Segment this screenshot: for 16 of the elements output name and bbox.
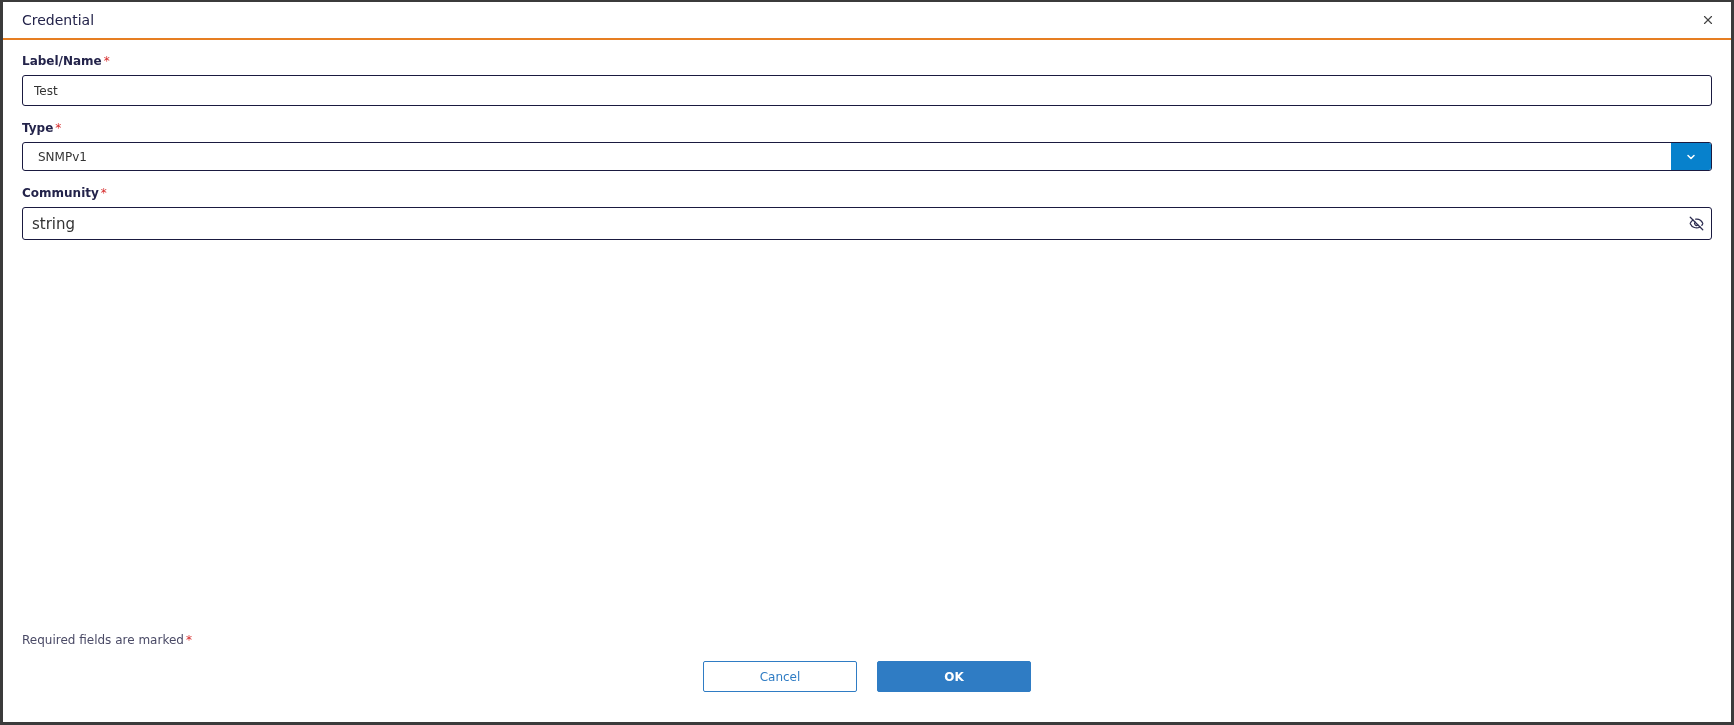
close-icon[interactable] <box>1701 13 1715 27</box>
eye-off-icon[interactable] <box>1689 216 1704 231</box>
name-input[interactable]: Test <box>22 75 1712 106</box>
ok-button[interactable]: OK <box>877 661 1031 692</box>
cancel-button[interactable]: Cancel <box>703 661 857 692</box>
required-marker: * <box>100 186 107 200</box>
field-label: Type <box>22 121 54 135</box>
dialog-title: Credential <box>22 12 95 28</box>
field-label: Label/Name <box>22 54 102 68</box>
required-marker: * <box>55 121 62 135</box>
required-marker: * <box>103 54 110 68</box>
community-input[interactable]: string <box>22 207 1712 240</box>
type-select[interactable]: SNMPv1 <box>22 142 1712 171</box>
required-note: Required fields are marked <box>22 633 184 647</box>
field-label: Community <box>22 186 99 200</box>
required-marker: * <box>185 633 192 647</box>
